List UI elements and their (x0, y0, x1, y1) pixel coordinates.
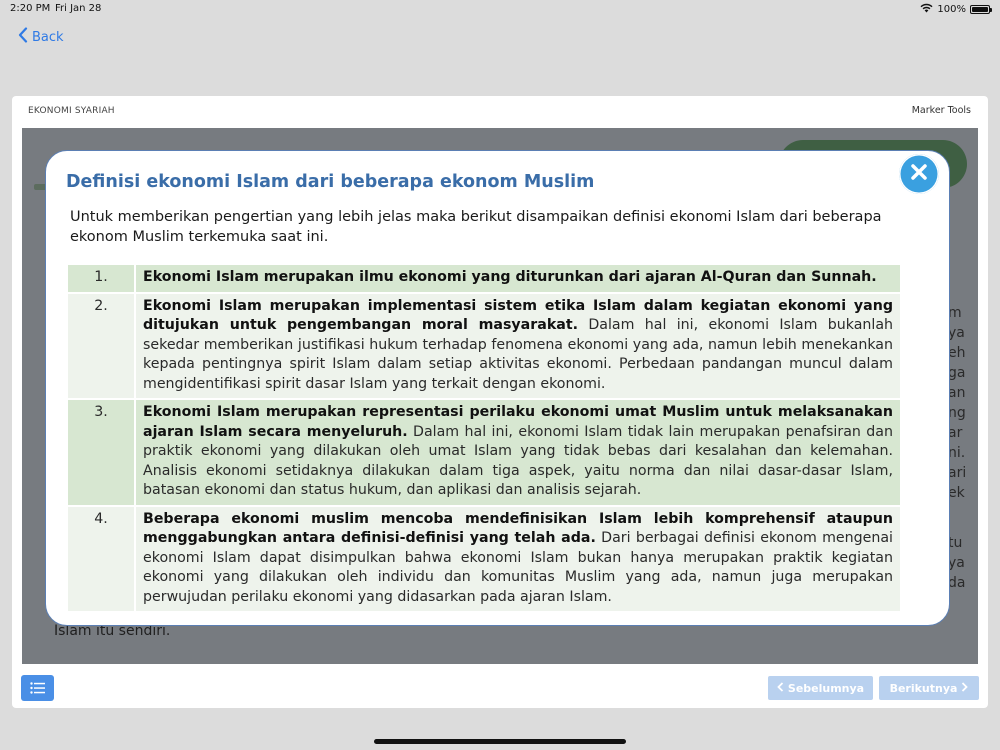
bg-text-line: an (948, 385, 966, 401)
table-row: 3. Ekonomi Islam merupakan representasi … (68, 399, 900, 506)
background-side-text: m ya eh ga an ng ar ni. ari ek (948, 303, 966, 503)
modal-intro: Untuk memberikan pengertian yang lebih j… (70, 209, 882, 245)
row-number: 1. (68, 265, 136, 293)
table-row: 1. Ekonomi Islam merupakan ilmu ekonomi … (68, 265, 900, 293)
home-indicator[interactable] (374, 739, 626, 744)
close-button[interactable] (899, 154, 939, 194)
wifi-icon (920, 3, 933, 16)
card-title: EKONOMI SYARIAH (28, 106, 115, 116)
table-of-contents-button[interactable] (21, 675, 54, 701)
definitions-table: 1. Ekonomi Islam merupakan ilmu ekonomi … (68, 265, 900, 613)
row-text: Ekonomi Islam merupakan implementasi sis… (135, 292, 900, 399)
chevron-left-icon (18, 27, 28, 47)
list-icon (29, 679, 46, 698)
status-time: 2:20 PM (10, 3, 51, 14)
modal-title: Definisi ekonomi Islam dari beberapa eko… (66, 172, 595, 192)
bg-text-line: ari (948, 465, 967, 481)
row-text: Beberapa ekonomi muslim mencoba mendefin… (135, 505, 900, 612)
bg-text-line: ya (948, 555, 965, 571)
bg-text-line: ya (948, 325, 965, 341)
bg-text-line: ar (948, 425, 963, 441)
bg-text-line: m (948, 305, 962, 321)
status-date: Fri Jan 28 (55, 3, 102, 14)
bg-text-line: ni. (948, 445, 966, 461)
table-row: 4. Beberapa ekonomi muslim mencoba mende… (68, 505, 900, 612)
next-label: Berikutnya (889, 681, 958, 695)
table-row: 2. Ekonomi Islam merupakan implementasi … (68, 292, 900, 399)
bg-text-line: ek (948, 485, 965, 501)
battery-percent: 100% (937, 4, 966, 15)
bg-text-line: eh (948, 345, 966, 361)
status-bar: 2:20 PM Fri Jan 28 100% (0, 0, 1000, 20)
background-side-text-lower: tu ya da (948, 533, 965, 593)
status-right: 100% (920, 3, 992, 16)
battery-fill (972, 7, 988, 12)
chevron-right-icon (961, 681, 969, 695)
row-text: Ekonomi Islam merupakan representasi per… (135, 399, 900, 506)
definition-modal: Definisi ekonomi Islam dari beberapa eko… (45, 150, 950, 626)
row-text: Ekonomi Islam merupakan ilmu ekonomi yan… (135, 265, 900, 293)
previous-button[interactable]: Sebelumnya (768, 676, 873, 700)
back-button[interactable]: Back (18, 27, 64, 47)
row-bold-text: Ekonomi Islam merupakan ilmu ekonomi yan… (143, 269, 877, 285)
row-number: 4. (68, 505, 136, 612)
close-icon (909, 162, 929, 186)
bg-text-line: ng (948, 405, 966, 421)
bg-text-line: da (948, 575, 966, 591)
marker-tools-button[interactable]: Marker Tools (912, 105, 971, 116)
bg-text-line: tu (948, 535, 963, 551)
row-number: 2. (68, 292, 136, 399)
back-label: Back (32, 29, 64, 45)
row-number: 3. (68, 399, 136, 506)
previous-label: Sebelumnya (787, 681, 865, 695)
chevron-left-icon (777, 681, 784, 695)
next-button[interactable]: Berikutnya (879, 676, 979, 700)
battery-icon (970, 5, 992, 14)
bg-text-line: ga (948, 365, 966, 381)
